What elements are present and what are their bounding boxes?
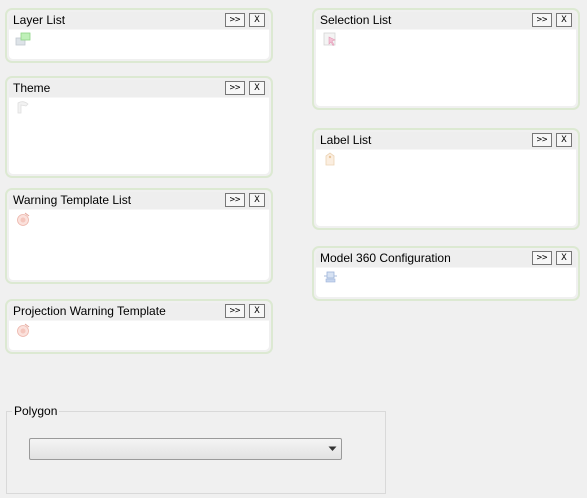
model-360-configuration-expand-button[interactable]: >> (532, 251, 552, 265)
warning-template-list-title: Warning Template List (13, 193, 132, 207)
projection-warning-icon (17, 323, 30, 337)
model-360-configuration-body: Model 360 Configuration >> X (316, 250, 576, 297)
label-list-title: Label List (320, 133, 372, 147)
model-360-configuration-panel: Model 360 Configuration >> X (312, 246, 580, 301)
projection-warning-template-header: Projection Warning Template >> X (9, 303, 269, 321)
selection-list-header: Selection List >> X (316, 12, 576, 30)
warning-template-list-body: Warning Template List >> X (9, 192, 269, 280)
theme-header: Theme >> X (9, 80, 269, 98)
selection-list-title: Selection List (320, 13, 392, 27)
selection-icon (323, 32, 336, 46)
selection-list-expand-button[interactable]: >> (532, 13, 552, 27)
theme-expand-button[interactable]: >> (225, 81, 245, 95)
polygon-dropdown[interactable] (29, 438, 342, 460)
selection-list-panel: Selection List >> X (312, 8, 580, 110)
label-list-panel: Label List >> X (312, 128, 580, 230)
warning-template-list-expand-button[interactable]: >> (225, 193, 245, 207)
projection-warning-template-expand-button[interactable]: >> (225, 304, 245, 318)
label-list-body: Label List >> X (316, 132, 576, 226)
layer-list-close-button[interactable]: X (249, 13, 265, 27)
selection-list-body: Selection List >> X (316, 12, 576, 106)
layer-list-header: Layer List >> X (9, 12, 269, 30)
model-360-configuration-close-button[interactable]: X (556, 251, 572, 265)
theme-body: Theme >> X (9, 80, 269, 174)
warning-template-list-close-button[interactable]: X (249, 193, 265, 207)
layer-list-body: Layer List >> X (9, 12, 269, 59)
selection-list-close-button[interactable]: X (556, 13, 572, 27)
theme-title: Theme (13, 81, 51, 95)
warning-template-icon (17, 212, 30, 226)
layers-icon (15, 32, 31, 46)
label-icon (325, 152, 335, 166)
warning-template-list-header: Warning Template List >> X (9, 192, 269, 210)
theme-close-button[interactable]: X (249, 81, 265, 95)
warning-template-list-panel: Warning Template List >> X (5, 188, 273, 284)
model-360-configuration-title: Model 360 Configuration (320, 251, 451, 265)
theme-icon (17, 101, 29, 114)
projection-warning-template-body: Projection Warning Template >> X (9, 303, 269, 350)
label-list-close-button[interactable]: X (556, 133, 572, 147)
projection-warning-template-title: Projection Warning Template (13, 304, 166, 318)
layer-list-title: Layer List (13, 13, 66, 27)
model-config-icon (324, 271, 337, 283)
label-list-expand-button[interactable]: >> (532, 133, 552, 147)
polygon-label: Polygon (12, 404, 60, 418)
projection-warning-template-panel: Projection Warning Template >> X (5, 299, 273, 354)
layer-list-expand-button[interactable]: >> (225, 13, 245, 27)
model-360-configuration-header: Model 360 Configuration >> X (316, 250, 576, 268)
layer-list-panel: Layer List >> X (5, 8, 273, 63)
chevron-down-icon (328, 446, 337, 451)
theme-panel: Theme >> X (5, 76, 273, 178)
label-list-header: Label List >> X (316, 132, 576, 150)
projection-warning-template-close-button[interactable]: X (249, 304, 265, 318)
